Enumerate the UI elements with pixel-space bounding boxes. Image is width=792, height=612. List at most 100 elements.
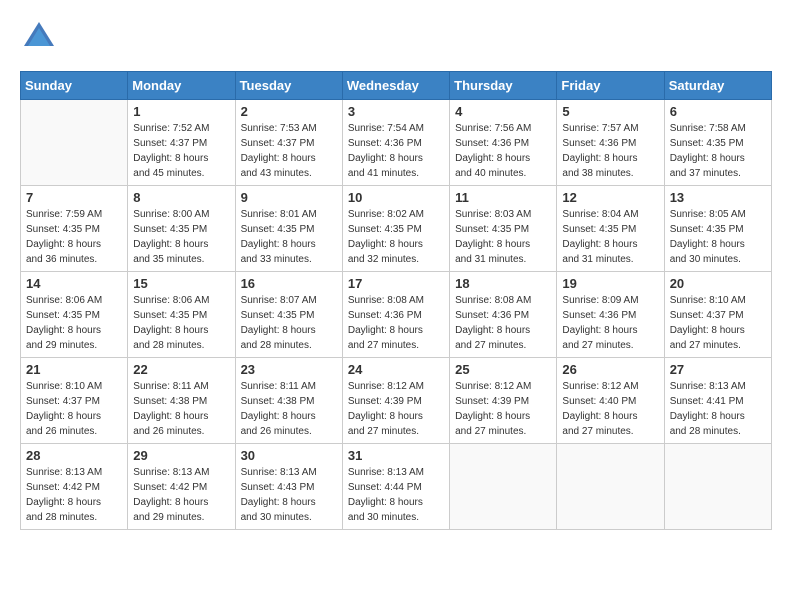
calendar-cell: 6 Sunrise: 7:58 AMSunset: 4:35 PMDaylight… (664, 100, 771, 186)
calendar-cell: 12 Sunrise: 8:04 AMSunset: 4:35 PMDayligh… (557, 186, 664, 272)
weekday-header-sunday: Sunday (21, 72, 128, 100)
day-number: 27 (670, 362, 766, 377)
day-info: Sunrise: 8:12 AMSunset: 4:40 PMDaylight:… (562, 379, 658, 439)
day-number: 12 (562, 190, 658, 205)
calendar-cell: 27Sunrise: 8:13 AMSunset: 4:41 PMDayligh… (664, 358, 771, 444)
day-number: 7 (26, 190, 122, 205)
calendar-cell: 30 Sunrise: 8:13 AMSunset: 4:43 PMDayligh… (235, 444, 342, 530)
day-info: Sunrise: 8:00 AMSunset: 4:35 PMDaylight:… (133, 207, 229, 267)
calendar-cell: 31Sunrise: 8:13 AMSunset: 4:44 PMDayligh… (342, 444, 449, 530)
calendar-cell (664, 444, 771, 530)
calendar-cell: 13 Sunrise: 8:05 AMSunset: 4:35 PMDayligh… (664, 186, 771, 272)
day-number: 19 (562, 276, 658, 291)
day-info: Sunrise: 7:54 AMSunset: 4:36 PMDaylight:… (348, 121, 444, 181)
day-number: 16 (241, 276, 337, 291)
day-info: Sunrise: 8:06 AMSunset: 4:35 PMDaylight:… (26, 293, 122, 353)
day-info: Sunrise: 7:52 AMSunset: 4:37 PMDaylight:… (133, 121, 229, 181)
header (20, 18, 772, 61)
day-number: 6 (670, 104, 766, 119)
calendar-cell: 14 Sunrise: 8:06 AMSunset: 4:35 PMDayligh… (21, 272, 128, 358)
calendar-cell: 19 Sunrise: 8:09 AMSunset: 4:36 PMDayligh… (557, 272, 664, 358)
calendar-cell: 21 Sunrise: 8:10 AMSunset: 4:37 PMDayligh… (21, 358, 128, 444)
day-number: 13 (670, 190, 766, 205)
day-number: 23 (241, 362, 337, 377)
day-number: 21 (26, 362, 122, 377)
day-info: Sunrise: 8:13 AMSunset: 4:42 PMDaylight:… (133, 465, 229, 525)
calendar-cell: 11 Sunrise: 8:03 AMSunset: 4:35 PMDayligh… (450, 186, 557, 272)
day-info: Sunrise: 8:06 AMSunset: 4:35 PMDaylight:… (133, 293, 229, 353)
day-number: 29 (133, 448, 229, 463)
day-info: Sunrise: 8:13 AMSunset: 4:42 PMDaylight:… (26, 465, 122, 525)
day-number: 28 (26, 448, 122, 463)
calendar-cell: 1 Sunrise: 7:52 AMSunset: 4:37 PMDaylight… (128, 100, 235, 186)
calendar-cell: 9Sunrise: 8:01 AMSunset: 4:35 PMDaylight… (235, 186, 342, 272)
day-number: 11 (455, 190, 551, 205)
day-number: 1 (133, 104, 229, 119)
calendar-cell: 15Sunrise: 8:06 AMSunset: 4:35 PMDayligh… (128, 272, 235, 358)
day-number: 20 (670, 276, 766, 291)
weekday-header-friday: Friday (557, 72, 664, 100)
weekday-header-row: SundayMondayTuesdayWednesdayThursdayFrid… (21, 72, 772, 100)
calendar-cell: 24 Sunrise: 8:12 AMSunset: 4:39 PMDayligh… (342, 358, 449, 444)
day-info: Sunrise: 8:08 AMSunset: 4:36 PMDaylight:… (348, 293, 444, 353)
day-number: 14 (26, 276, 122, 291)
day-info: Sunrise: 8:12 AMSunset: 4:39 PMDaylight:… (455, 379, 551, 439)
day-info: Sunrise: 7:57 AMSunset: 4:36 PMDaylight:… (562, 121, 658, 181)
day-number: 10 (348, 190, 444, 205)
day-number: 5 (562, 104, 658, 119)
day-number: 17 (348, 276, 444, 291)
calendar-cell: 22 Sunrise: 8:11 AMSunset: 4:38 PMDayligh… (128, 358, 235, 444)
day-number: 24 (348, 362, 444, 377)
day-info: Sunrise: 8:10 AMSunset: 4:37 PMDaylight:… (670, 293, 766, 353)
day-info: Sunrise: 8:02 AMSunset: 4:35 PMDaylight:… (348, 207, 444, 267)
logo-icon (20, 18, 58, 56)
week-row-4: 21 Sunrise: 8:10 AMSunset: 4:37 PMDayligh… (21, 358, 772, 444)
day-number: 8 (133, 190, 229, 205)
calendar-cell: 23 Sunrise: 8:11 AMSunset: 4:38 PMDayligh… (235, 358, 342, 444)
calendar-cell: 7 Sunrise: 7:59 AMSunset: 4:35 PMDaylight… (21, 186, 128, 272)
calendar-cell: 25 Sunrise: 8:12 AMSunset: 4:39 PMDayligh… (450, 358, 557, 444)
day-info: Sunrise: 7:59 AMSunset: 4:35 PMDaylight:… (26, 207, 122, 267)
day-info: Sunrise: 8:05 AMSunset: 4:35 PMDaylight:… (670, 207, 766, 267)
day-number: 18 (455, 276, 551, 291)
weekday-header-tuesday: Tuesday (235, 72, 342, 100)
day-info: Sunrise: 7:56 AMSunset: 4:36 PMDaylight:… (455, 121, 551, 181)
day-number: 22 (133, 362, 229, 377)
weekday-header-thursday: Thursday (450, 72, 557, 100)
calendar-cell (557, 444, 664, 530)
logo (20, 18, 62, 61)
calendar-cell: 5 Sunrise: 7:57 AMSunset: 4:36 PMDaylight… (557, 100, 664, 186)
calendar-cell: 4Sunrise: 7:56 AMSunset: 4:36 PMDaylight… (450, 100, 557, 186)
weekday-header-saturday: Saturday (664, 72, 771, 100)
calendar-cell: 3Sunrise: 7:54 AMSunset: 4:36 PMDaylight… (342, 100, 449, 186)
calendar-cell: 28 Sunrise: 8:13 AMSunset: 4:42 PMDayligh… (21, 444, 128, 530)
day-info: Sunrise: 8:03 AMSunset: 4:35 PMDaylight:… (455, 207, 551, 267)
calendar-cell: 20 Sunrise: 8:10 AMSunset: 4:37 PMDayligh… (664, 272, 771, 358)
calendar-cell: 18Sunrise: 8:08 AMSunset: 4:36 PMDayligh… (450, 272, 557, 358)
calendar: SundayMondayTuesdayWednesdayThursdayFrid… (20, 71, 772, 530)
calendar-cell: 2 Sunrise: 7:53 AMSunset: 4:37 PMDaylight… (235, 100, 342, 186)
day-number: 25 (455, 362, 551, 377)
day-info: Sunrise: 8:11 AMSunset: 4:38 PMDaylight:… (241, 379, 337, 439)
day-number: 30 (241, 448, 337, 463)
day-info: Sunrise: 8:11 AMSunset: 4:38 PMDaylight:… (133, 379, 229, 439)
week-row-5: 28 Sunrise: 8:13 AMSunset: 4:42 PMDayligh… (21, 444, 772, 530)
calendar-cell: 26Sunrise: 8:12 AMSunset: 4:40 PMDayligh… (557, 358, 664, 444)
calendar-cell: 17 Sunrise: 8:08 AMSunset: 4:36 PMDayligh… (342, 272, 449, 358)
calendar-cell: 8 Sunrise: 8:00 AMSunset: 4:35 PMDaylight… (128, 186, 235, 272)
calendar-cell: 29 Sunrise: 8:13 AMSunset: 4:42 PMDayligh… (128, 444, 235, 530)
page: SundayMondayTuesdayWednesdayThursdayFrid… (0, 0, 792, 612)
calendar-cell (450, 444, 557, 530)
day-number: 9 (241, 190, 337, 205)
day-info: Sunrise: 8:12 AMSunset: 4:39 PMDaylight:… (348, 379, 444, 439)
day-number: 2 (241, 104, 337, 119)
day-info: Sunrise: 8:13 AMSunset: 4:43 PMDaylight:… (241, 465, 337, 525)
day-info: Sunrise: 8:10 AMSunset: 4:37 PMDaylight:… (26, 379, 122, 439)
day-info: Sunrise: 8:13 AMSunset: 4:44 PMDaylight:… (348, 465, 444, 525)
day-info: Sunrise: 7:58 AMSunset: 4:35 PMDaylight:… (670, 121, 766, 181)
week-row-1: 1 Sunrise: 7:52 AMSunset: 4:37 PMDaylight… (21, 100, 772, 186)
day-info: Sunrise: 8:07 AMSunset: 4:35 PMDaylight:… (241, 293, 337, 353)
day-info: Sunrise: 7:53 AMSunset: 4:37 PMDaylight:… (241, 121, 337, 181)
day-info: Sunrise: 8:04 AMSunset: 4:35 PMDaylight:… (562, 207, 658, 267)
day-info: Sunrise: 8:09 AMSunset: 4:36 PMDaylight:… (562, 293, 658, 353)
